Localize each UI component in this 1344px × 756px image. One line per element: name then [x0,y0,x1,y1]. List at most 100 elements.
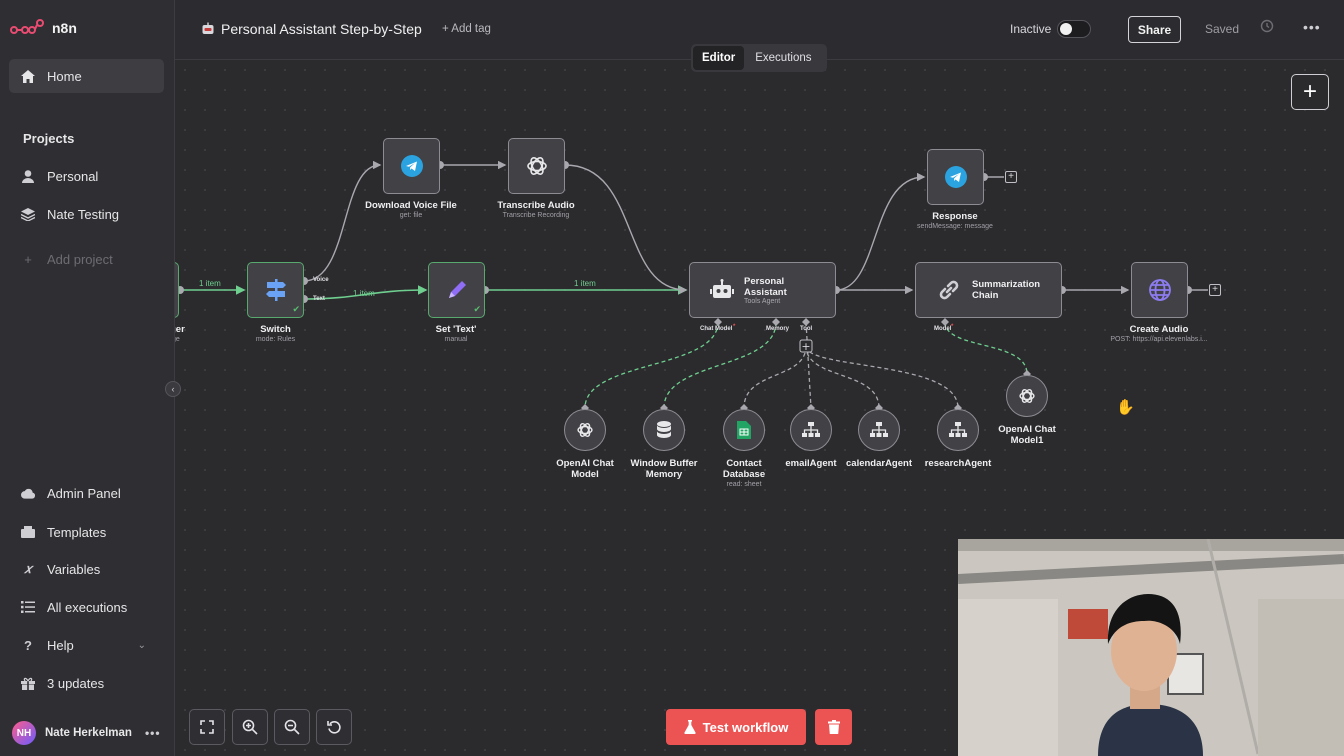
node-email-agent[interactable] [790,409,832,451]
test-workflow-button[interactable]: Test workflow [666,709,806,745]
node-transcribe-label: Transcribe Audio [497,200,575,211]
zoom-out-button[interactable] [274,709,310,745]
clear-execution-button[interactable] [815,709,852,745]
node-summarization-text: Summarization Chain [972,279,1040,301]
node-switch-label: Switch [260,324,291,335]
sidebar-item-all-executions[interactable]: All executions [9,590,164,624]
plus-icon: + [24,251,32,267]
switch-output-voice: Voice [313,277,329,283]
node-summarization-chain[interactable]: Summarization Chain [915,262,1062,318]
openai-icon [577,423,593,437]
node-openai-chat-model[interactable] [564,409,606,451]
user-icon [21,169,35,183]
sidebar-item-label: Templates [47,524,107,540]
telegram-icon [400,155,423,177]
box-icon [21,525,35,539]
node-openai-chat1-label2: Model1 [1010,435,1044,446]
node-transcribe-audio[interactable] [508,138,565,194]
switch-output-text: Text [313,296,325,302]
success-check-icon: ✔ [292,304,300,314]
sidebar-item-help[interactable]: ? Help ⌄ [9,628,164,662]
sidebar-add-project[interactable]: + Add project [9,242,164,276]
robot-emoji-icon [202,22,214,34]
user-menu[interactable]: NH Nate Herkelman ••• [12,720,162,746]
n8n-app: + 1 item 1 item 1 item ger ge ✔ Voice Te… [0,0,1344,756]
workflow-title[interactable]: Personal Assistant Step-by-Step [201,21,422,37]
chevron-down-icon: ⌄ [137,639,146,651]
node-create-audio[interactable] [1131,262,1188,318]
active-toggle[interactable] [1057,20,1091,38]
sidebar-item-personal[interactable]: Personal [9,159,164,193]
node-agent-text: Personal Assistant Tools Agent [744,276,787,305]
agent-port-tool: Tool [800,326,813,332]
reset-zoom-button[interactable] [316,709,352,745]
sidebar-item-admin-panel[interactable]: Admin Panel [9,476,164,510]
sitemap-icon [949,422,967,437]
node-download-voice-file[interactable] [383,138,440,194]
response-add-node-button[interactable]: + [1005,171,1017,183]
node-window-buffer-memory[interactable] [643,409,685,451]
node-summarization-label1: Summarization [972,279,1041,290]
node-switch[interactable]: ✔ [247,262,304,318]
node-agent-sub: Tools Agent [744,297,781,305]
list-icon [21,600,35,614]
node-contact-sub: read: sheet [726,481,762,488]
summarization-port-model: Model [934,326,952,332]
sidebar-item-variables[interactable]: 𝑥 Variables [9,552,164,586]
edge-label-switch-settext: 1 item [353,289,375,298]
add-node-button[interactable]: + [1291,74,1329,110]
node-download-sub: get: file [399,212,423,219]
sidebar-item-home[interactable]: Home [9,59,164,93]
node-summarization-label2: Chain [972,290,999,301]
node-settext-sub: manual [444,336,468,343]
tab-editor[interactable]: Editor [693,46,745,70]
node-agent-label1: Personal [744,275,785,287]
sidebar-item-templates[interactable]: Templates [9,515,164,549]
node-calendar-agent[interactable] [858,409,900,451]
node-research-agent-label: researchAgent [924,458,992,469]
user-more-icon[interactable]: ••• [145,726,161,740]
pencil-icon [448,281,466,298]
agent-port-chat-model: Chat Model [700,326,733,332]
tab-executions[interactable]: Executions [746,46,820,70]
more-options-icon[interactable]: ••• [1303,19,1321,35]
toggle-knob [1060,23,1072,35]
sidebar-item-label: Nate Testing [47,206,120,222]
node-createaudio-label: Create Audio [1129,324,1189,335]
sidebar-item-label: Variables [47,561,101,577]
fit-view-button[interactable] [189,709,225,745]
sidebar-item-nate-testing[interactable]: Nate Testing [9,197,164,231]
node-contact-label2: Database [722,469,766,480]
webcam-person-image [958,539,1344,756]
sidebar-item-label: Help [47,637,74,653]
collapse-sidebar-button[interactable]: ‹ [165,381,181,397]
variable-icon: 𝑥 [24,561,32,576]
node-response-sub: sendMessage: message [917,223,993,230]
createaudio-add-node-button[interactable]: + [1209,284,1221,296]
workflow-status-label: Inactive [1010,22,1052,36]
avatar: NH [12,721,36,745]
node-response-label: Response [932,211,978,222]
home-icon [21,69,35,83]
test-workflow-label: Test workflow [702,719,789,735]
flask-icon [684,720,696,734]
share-button[interactable]: Share [1128,16,1181,43]
sidebar-item-updates[interactable]: 3 updates [9,666,164,700]
telegram-icon [944,166,967,188]
node-response[interactable] [927,149,984,205]
zoom-in-button[interactable] [232,709,268,745]
sidebar-item-label: All executions [47,599,128,615]
node-research-agent[interactable] [937,409,979,451]
webcam-overlay [958,539,1344,756]
node-openai-chat-model1[interactable] [1006,375,1048,417]
node-set-text[interactable]: ✔ [428,262,485,318]
history-icon[interactable] [1260,19,1278,37]
sidebar-item-label: Personal [47,168,99,184]
node-personal-assistant[interactable]: Personal Assistant Tools Agent [689,262,836,318]
n8n-logo-icon [10,19,44,34]
layers-icon [21,207,35,221]
add-tag-link[interactable]: + Add tag [442,23,491,35]
user-name: Nate Herkelman [45,727,132,739]
node-contact-database[interactable] [723,409,765,451]
openai-icon [526,157,547,175]
